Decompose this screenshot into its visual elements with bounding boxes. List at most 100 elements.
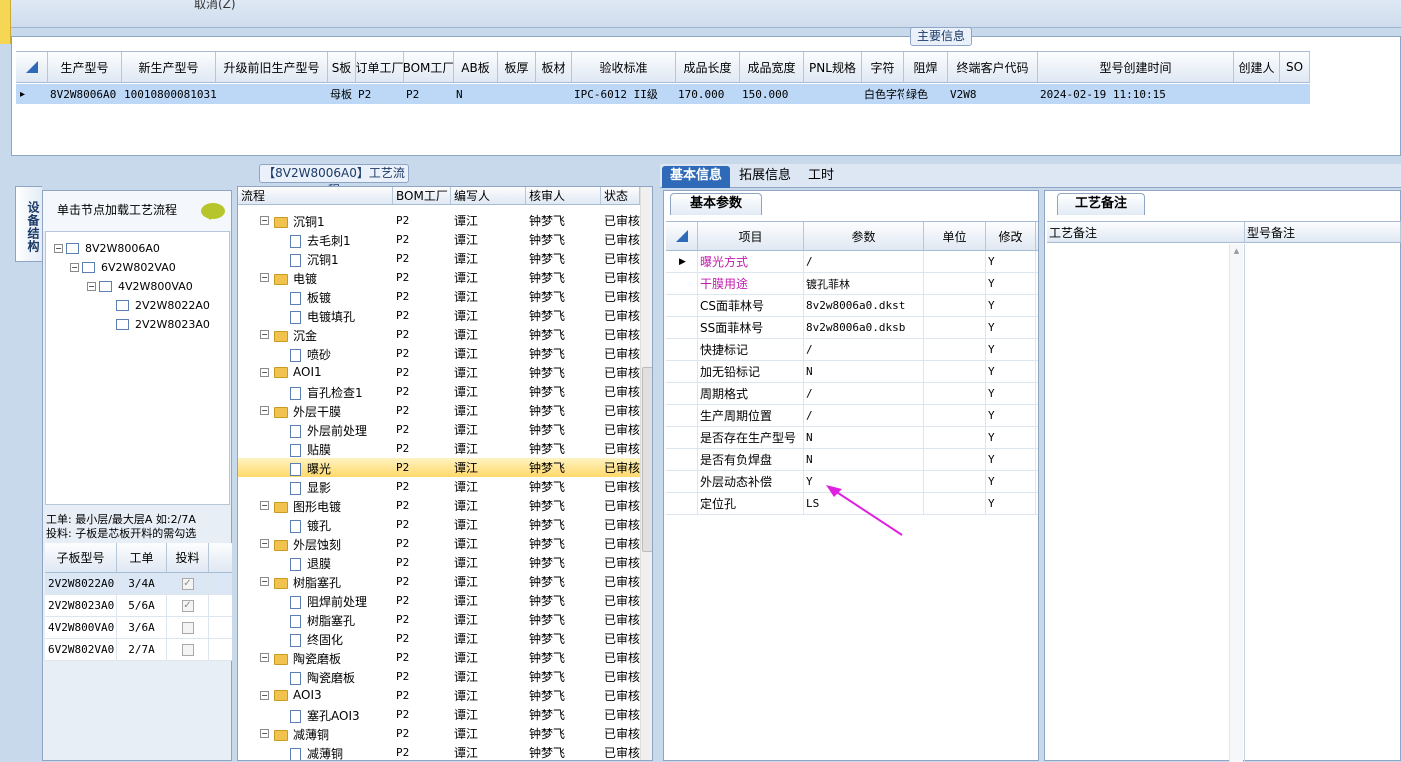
column-header[interactable]: 订单工厂 <box>356 52 404 82</box>
column-header[interactable]: 项目 <box>698 222 804 250</box>
tab-process-notes[interactable]: 工艺备注 <box>1057 193 1145 215</box>
column-header[interactable]: 验收标准 <box>572 52 676 82</box>
feed-checkbox[interactable] <box>181 621 194 634</box>
process-row[interactable]: − 外层干膜 P2 谭江 钟梦飞 已审核 <box>238 401 640 420</box>
column-header[interactable]: BOM工厂 <box>404 52 454 82</box>
column-header[interactable]: 升级前旧生产型号 <box>216 52 328 82</box>
column-header[interactable]: 子板型号 <box>45 543 117 572</box>
column-header[interactable]: 型号备注 <box>1245 222 1401 242</box>
process-row[interactable]: 树脂塞孔 P2 谭江 钟梦飞 已审核 <box>238 610 640 629</box>
column-header[interactable]: 单位 <box>924 222 986 250</box>
horizontal-splitter[interactable] <box>11 157 1401 162</box>
collapse-icon[interactable]: − <box>260 273 269 282</box>
process-row[interactable]: 塞孔AOI3 P2 谭江 钟梦飞 已审核 <box>238 705 640 724</box>
column-header[interactable]: 板材 <box>536 52 572 82</box>
collapse-icon[interactable]: − <box>260 577 269 586</box>
param-value-cell[interactable]: / <box>804 383 924 404</box>
process-scrollbar[interactable] <box>640 187 652 760</box>
collapse-icon[interactable]: − <box>87 281 96 291</box>
collapse-icon[interactable]: − <box>260 501 269 510</box>
collapse-icon[interactable]: − <box>260 729 269 738</box>
param-value-cell[interactable]: N <box>804 427 924 448</box>
scrollbar-thumb[interactable] <box>642 367 652 552</box>
table-row[interactable]: 周期格式 / Y <box>666 383 1038 405</box>
tab-basic-params[interactable]: 基本参数 <box>670 193 762 215</box>
tree-node[interactable]: − 8V2W8006A0 <box>54 240 160 256</box>
column-header[interactable]: 核审人 <box>526 187 601 204</box>
table-row[interactable]: 生产周期位置 / Y <box>666 405 1038 427</box>
table-row[interactable]: CS面菲林号 8v2w8006a0.dkst Y <box>666 295 1038 317</box>
process-row[interactable]: − 树脂塞孔 P2 谭江 钟梦飞 已审核 <box>238 572 640 591</box>
collapse-icon[interactable]: − <box>260 368 269 377</box>
column-header[interactable]: 编写人 <box>451 187 526 204</box>
tree-node[interactable]: 2V2W8022A0 <box>116 297 210 313</box>
column-header[interactable]: SO <box>1280 52 1310 82</box>
column-header[interactable]: 生产型号 <box>48 52 122 82</box>
table-row[interactable]: 干膜用途 镀孔菲林 Y <box>666 273 1038 295</box>
param-value-cell[interactable]: 镀孔菲林 <box>804 273 924 294</box>
collapse-icon[interactable]: − <box>260 216 269 225</box>
column-header[interactable]: 参数 <box>804 222 924 250</box>
param-value-cell[interactable]: N <box>804 361 924 382</box>
table-row[interactable]: 加无铅标记 N Y <box>666 361 1038 383</box>
process-row[interactable]: 板镀 P2 谭江 钟梦飞 已审核 <box>238 287 640 306</box>
collapse-icon[interactable]: − <box>260 539 269 548</box>
tree-node[interactable]: − 4V2W800VA0 <box>87 278 193 294</box>
process-row[interactable]: 显影 P2 谭江 钟梦飞 已审核 <box>238 477 640 496</box>
process-row[interactable]: 陶瓷磨板 P2 谭江 钟梦飞 已审核 <box>238 667 640 686</box>
column-header[interactable]: 新生产型号 <box>122 52 216 82</box>
param-value-cell[interactable]: / <box>804 251 924 272</box>
process-row[interactable]: 曝光 P2 谭江 钟梦飞 已审核 <box>238 458 640 477</box>
param-value-cell[interactable]: / <box>804 339 924 360</box>
table-row[interactable]: 是否存在生产型号 N Y <box>666 427 1038 449</box>
column-header[interactable]: AB板 <box>454 52 498 82</box>
process-row[interactable]: 外层前处理 P2 谭江 钟梦飞 已审核 <box>238 420 640 439</box>
param-value-cell[interactable]: / <box>804 405 924 426</box>
column-header[interactable]: 型号创建时间 <box>1038 52 1234 82</box>
column-header[interactable]: 流程 <box>238 187 393 204</box>
column-header[interactable]: 成品宽度 <box>740 52 804 82</box>
table-row[interactable]: 6V2W802VA0 2/7A <box>45 639 233 661</box>
tab-work-hours[interactable]: 工时 <box>800 166 842 188</box>
collapse-icon[interactable]: − <box>260 691 269 700</box>
process-row[interactable]: 终固化 P2 谭江 钟梦飞 已审核 <box>238 629 640 648</box>
notes-scrollbar[interactable]: ▲ <box>1229 244 1243 762</box>
process-row[interactable]: 减薄铜 P2 谭江 钟梦飞 已审核 <box>238 743 640 760</box>
column-header[interactable]: 工单 <box>117 543 167 572</box>
vertical-splitter[interactable] <box>653 186 658 761</box>
process-row[interactable]: 沉铜1 P2 谭江 钟梦飞 已审核 <box>238 249 640 268</box>
column-header[interactable]: S板 <box>328 52 356 82</box>
param-value-cell[interactable]: N <box>804 449 924 470</box>
process-row[interactable]: 退膜 P2 谭江 钟梦飞 已审核 <box>238 553 640 572</box>
tree-node[interactable]: − 6V2W802VA0 <box>70 259 176 275</box>
process-row[interactable]: 电镀填孔 P2 谭江 钟梦飞 已审核 <box>238 306 640 325</box>
column-header[interactable]: 状态 <box>601 187 640 204</box>
column-header[interactable]: 工艺备注 <box>1047 222 1245 242</box>
tab-device-structure[interactable]: 设备结构 <box>15 186 42 262</box>
process-row[interactable]: − 图形电镀 P2 谭江 钟梦飞 已审核 <box>238 496 640 515</box>
collapse-icon[interactable]: − <box>260 330 269 339</box>
table-row[interactable]: 是否有负焊盘 N Y <box>666 449 1038 471</box>
process-row[interactable]: − AOI3 P2 谭江 钟梦飞 已审核 <box>238 686 640 705</box>
collapse-icon[interactable]: − <box>54 243 63 253</box>
table-row[interactable]: 快捷标记 / Y <box>666 339 1038 361</box>
param-value-cell[interactable]: 8v2w8006a0.dksb <box>804 317 924 338</box>
process-row[interactable]: 贴膜 P2 谭江 钟梦飞 已审核 <box>238 439 640 458</box>
table-row[interactable]: 4V2W800VA0 3/6A <box>45 617 233 639</box>
column-header[interactable]: 阻焊 <box>904 52 948 82</box>
table-row[interactable]: 2V2W8022A0 3/4A ✓ <box>45 573 233 595</box>
column-header[interactable]: 修改 <box>986 222 1036 250</box>
process-row[interactable]: 喷砂 P2 谭江 钟梦飞 已审核 <box>238 344 640 363</box>
tab-basic-info[interactable]: 基本信息 <box>662 166 731 188</box>
column-header[interactable]: 投料 <box>167 543 209 572</box>
param-value-cell[interactable]: 8v2w8006a0.dkst <box>804 295 924 316</box>
feed-checkbox[interactable] <box>181 643 194 656</box>
table-row[interactable]: SS面菲林号 8v2w8006a0.dksb Y <box>666 317 1038 339</box>
table-row[interactable]: 2V2W8023A0 5/6A ✓ <box>45 595 233 617</box>
column-header[interactable]: 成品长度 <box>676 52 740 82</box>
table-row[interactable]: ▶ 曝光方式 / Y <box>666 251 1038 273</box>
process-row[interactable]: 盲孔检查1 P2 谭江 钟梦飞 已审核 <box>238 382 640 401</box>
collapse-icon[interactable]: − <box>260 653 269 662</box>
process-row[interactable]: 镀孔 P2 谭江 钟梦飞 已审核 <box>238 515 640 534</box>
process-row[interactable]: − 电镀 P2 谭江 钟梦飞 已审核 <box>238 268 640 287</box>
